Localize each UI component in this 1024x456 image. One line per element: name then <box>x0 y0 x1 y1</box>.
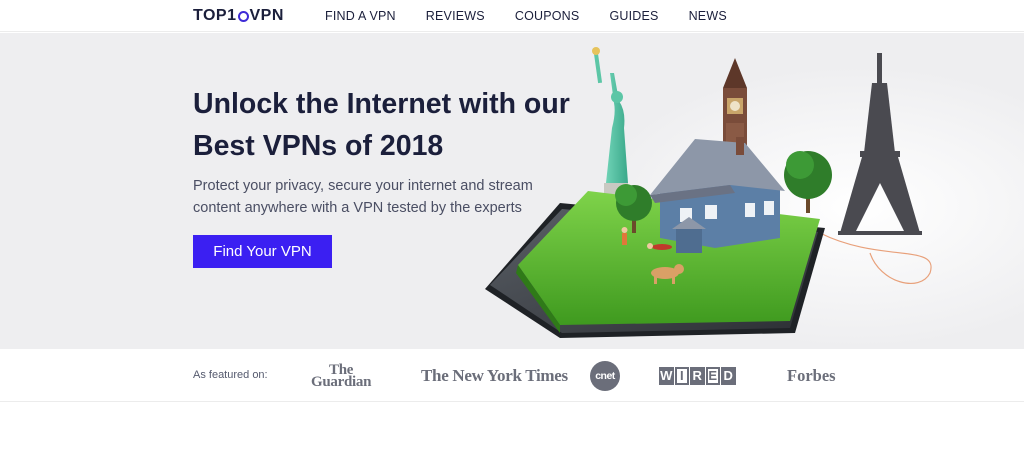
new-york-times-logo: The New York Times <box>421 349 568 402</box>
site-logo[interactable]: TOP1 VPN <box>193 7 284 25</box>
cnet-logo: cnet <box>590 349 620 402</box>
forbes-logo-text: Forbes <box>787 365 836 385</box>
nav-links: FIND A VPN REVIEWS COUPONS GUIDES NEWS <box>325 9 757 23</box>
nav-link-coupons[interactable]: COUPONS <box>515 9 580 23</box>
cnet-logo-circle: cnet <box>590 360 620 391</box>
cnet-logo-text: cnet <box>595 369 615 382</box>
nav-link-guides[interactable]: GUIDES <box>609 9 658 23</box>
hero-subtitle: Protect your privacy, secure your intern… <box>193 178 533 216</box>
logo-text-prefix: TOP1 <box>193 7 237 24</box>
wired-letter-e: E <box>705 366 720 385</box>
nav-link-reviews[interactable]: REVIEWS <box>426 9 485 23</box>
wired-letter-w: W <box>659 366 674 385</box>
hero-headline: Unlock the Internet with our Best VPNs o… <box>193 88 570 162</box>
wired-logo: W I R E D <box>659 349 737 402</box>
forbes-logo: Forbes <box>787 349 836 402</box>
the-guardian-logo: The Guardian <box>311 349 371 402</box>
featured-on-label: As featured on: <box>193 369 268 381</box>
logo-text-suffix: VPN <box>249 7 284 24</box>
wired-letter-i: I <box>674 366 689 385</box>
wired-letter-d: D <box>721 366 736 385</box>
nyt-logo-text: The New York Times <box>421 365 568 385</box>
guardian-logo-bottom: Guardian <box>311 373 372 390</box>
hero-banner: Unlock the Internet with our Best VPNs o… <box>0 33 1024 349</box>
top-navigation: TOP1 VPN FIND A VPN REVIEWS COUPONS GUIDE… <box>0 0 1024 32</box>
find-your-vpn-button[interactable]: Find Your VPN <box>193 235 332 268</box>
logo-circle-icon <box>237 10 249 22</box>
wired-letter-r: R <box>690 366 705 385</box>
nav-link-news[interactable]: NEWS <box>689 9 727 23</box>
featured-on-bar: As featured on: The Guardian The New Yor… <box>0 349 1024 402</box>
nav-link-find-a-vpn[interactable]: FIND A VPN <box>325 9 396 23</box>
